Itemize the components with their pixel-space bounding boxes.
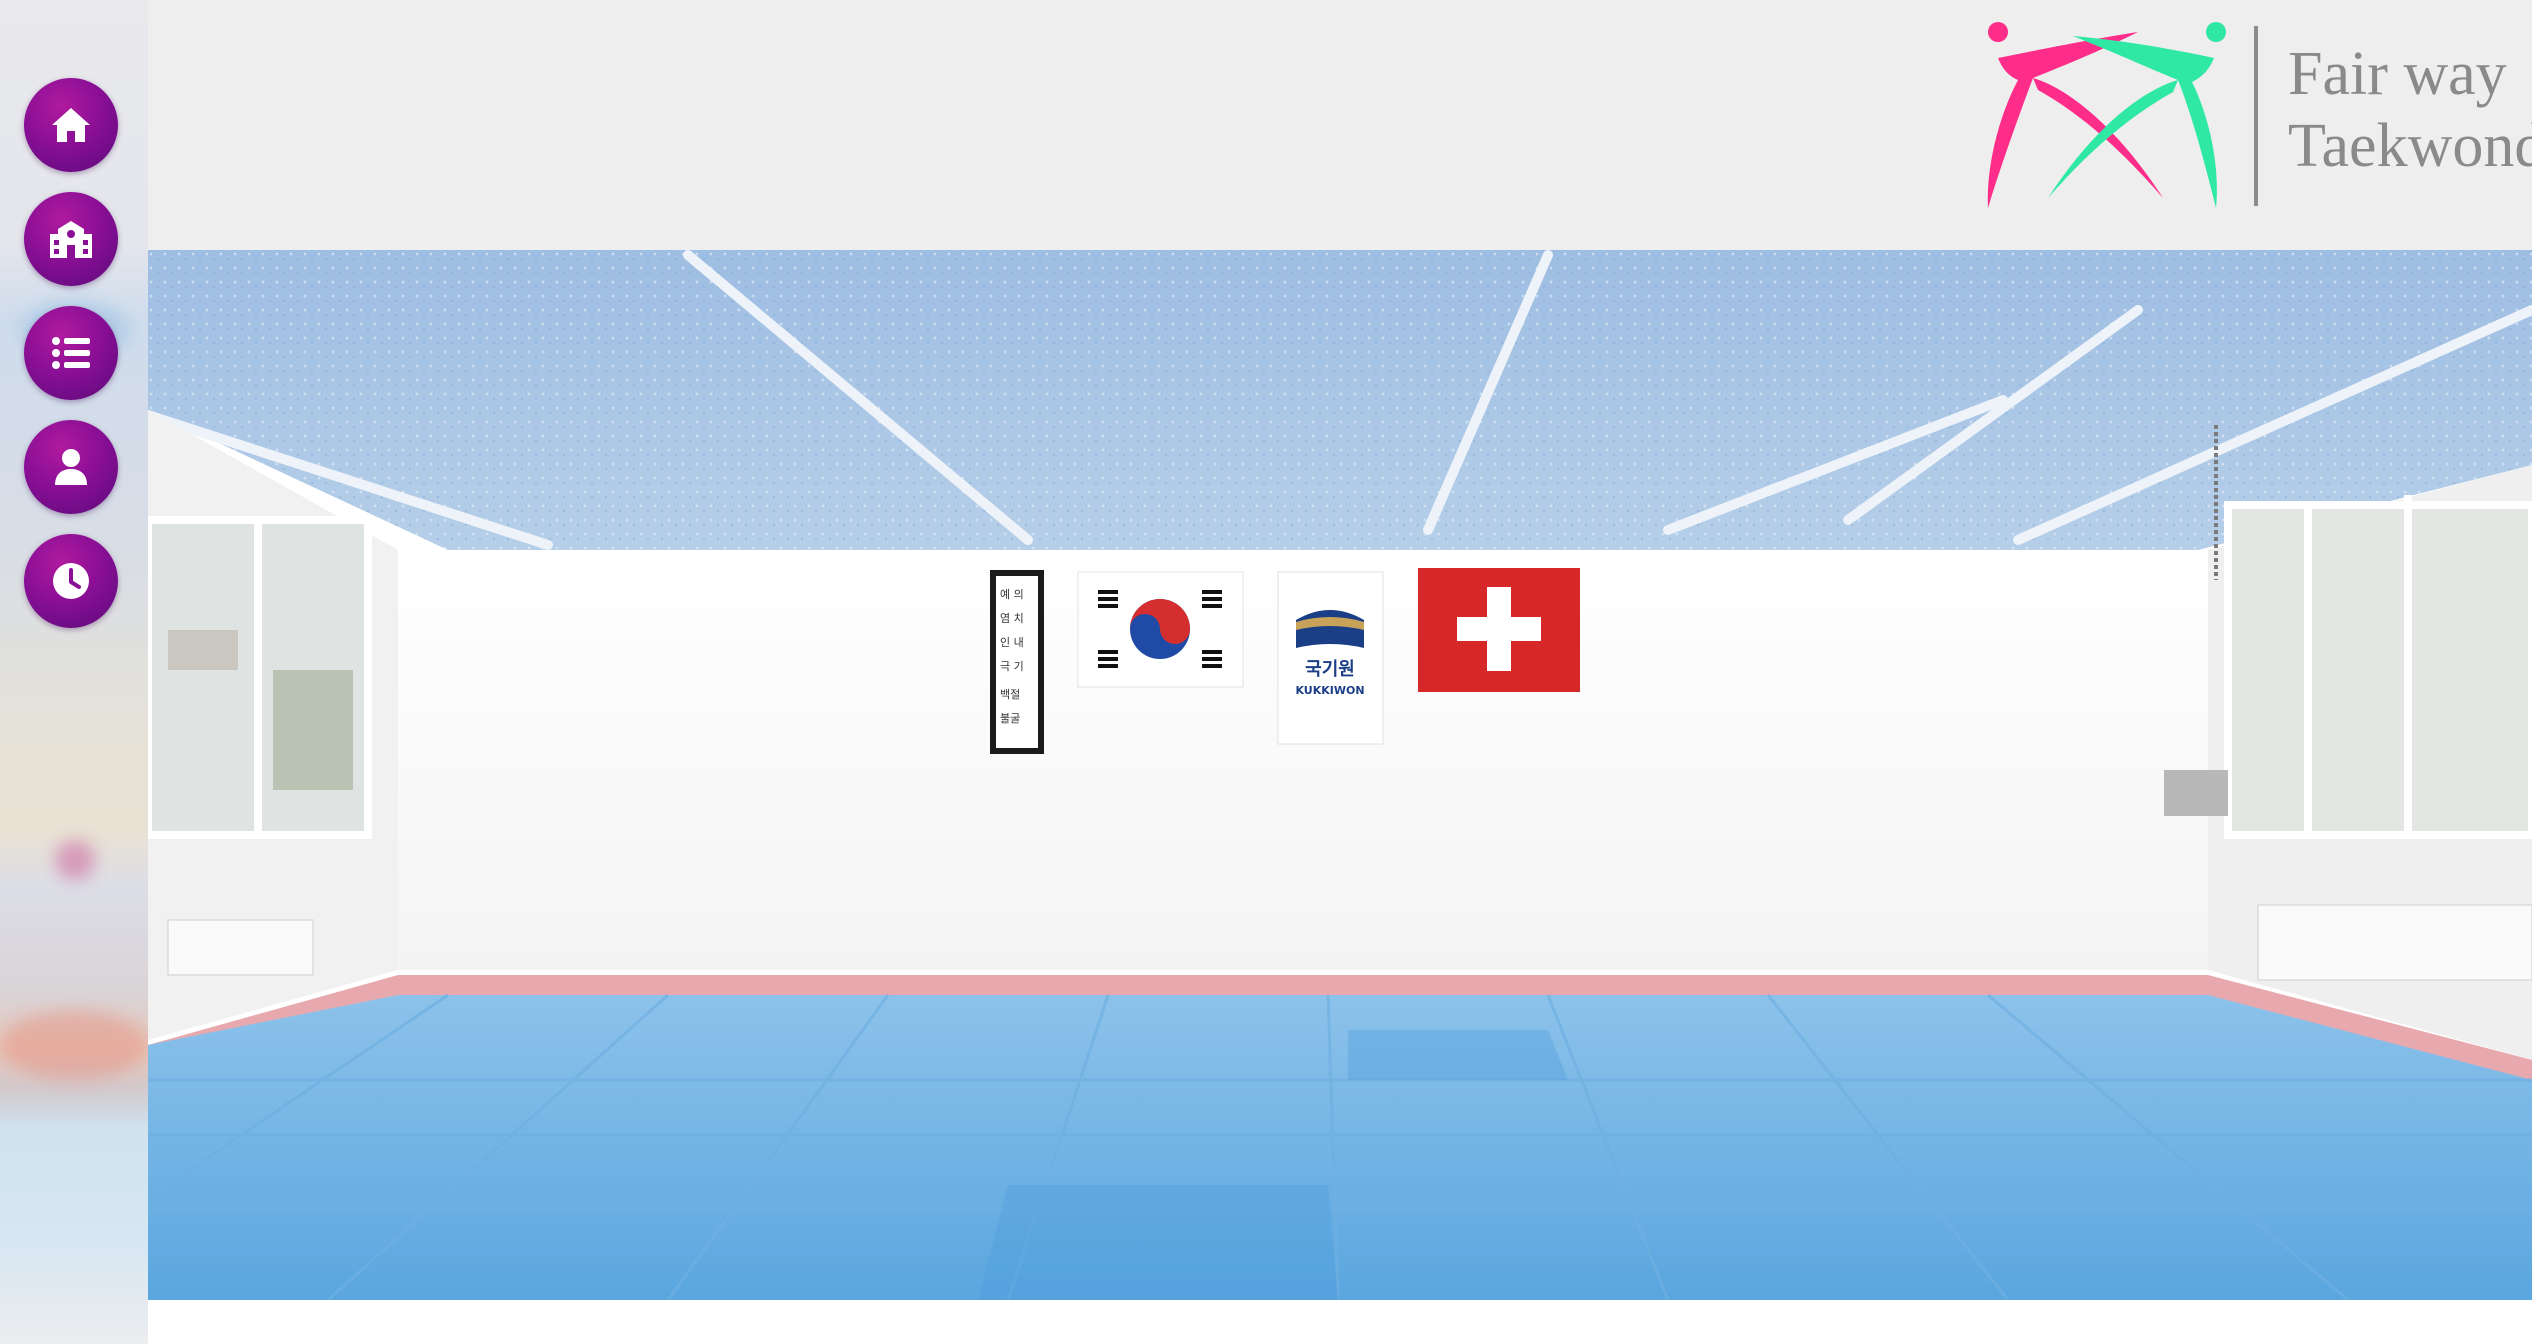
- banner-korean-text: 국기원: [1305, 659, 1355, 680]
- svg-text:예 의: 예 의: [1000, 588, 1024, 601]
- nav-schedule-button[interactable]: [24, 534, 118, 628]
- sidebar-backdrop-blur: [0, 1010, 148, 1080]
- logo-divider: [2254, 26, 2258, 206]
- taekwondo-fighters-logo-icon: [1987, 22, 2226, 208]
- sidebar-nav: [0, 0, 148, 1344]
- school-building-icon: [50, 221, 92, 258]
- home-icon: [52, 108, 90, 142]
- banner-caption-text: KUKKIWON: [1295, 684, 1364, 697]
- svg-text:인 내: 인 내: [1000, 636, 1024, 649]
- dojang-photo: 예 의 염 치 인 내 극 기 백절 불굴 국기원 KUKKIWON: [148, 250, 2532, 1300]
- hero-image: 예 의 염 치 인 내 극 기 백절 불굴 국기원 KUKKIWON: [148, 250, 2532, 1300]
- nav-list-button[interactable]: [24, 306, 118, 400]
- clock-icon: [53, 563, 89, 599]
- svg-text:극 기: 극 기: [1000, 660, 1024, 673]
- kukkiwon-banner: 국기원 KUKKIWON: [1277, 571, 1384, 745]
- brand-name-line2: Taekwondo: [2288, 112, 2532, 180]
- left-window: [148, 516, 372, 839]
- svg-text:염 치: 염 치: [1000, 612, 1024, 625]
- nav-home-button[interactable]: [24, 78, 118, 172]
- sidebar-backdrop-blur: [55, 840, 95, 880]
- header-bar: Fair way Taekwondo: [148, 0, 2532, 250]
- korea-flag: [1077, 571, 1244, 688]
- list-icon: [52, 337, 90, 369]
- brand-name-line1: Fair way: [2288, 40, 2507, 108]
- nav-profile-button[interactable]: [24, 420, 118, 514]
- brand-logo[interactable]: Fair way Taekwondo: [1978, 18, 2532, 218]
- calligraphy-frame: 예 의 염 치 인 내 극 기 백절 불굴: [990, 570, 1044, 754]
- nav-school-button[interactable]: [24, 192, 118, 286]
- content-below-hero: [148, 1300, 2532, 1344]
- svg-text:불굴: 불굴: [1000, 712, 1020, 725]
- swiss-flag: [1418, 568, 1580, 692]
- page: Fair way Taekwondo: [0, 0, 2532, 1344]
- brand-name: Fair way Taekwondo: [2288, 38, 2532, 182]
- user-icon: [55, 449, 87, 485]
- svg-text:백절: 백절: [1000, 688, 1020, 701]
